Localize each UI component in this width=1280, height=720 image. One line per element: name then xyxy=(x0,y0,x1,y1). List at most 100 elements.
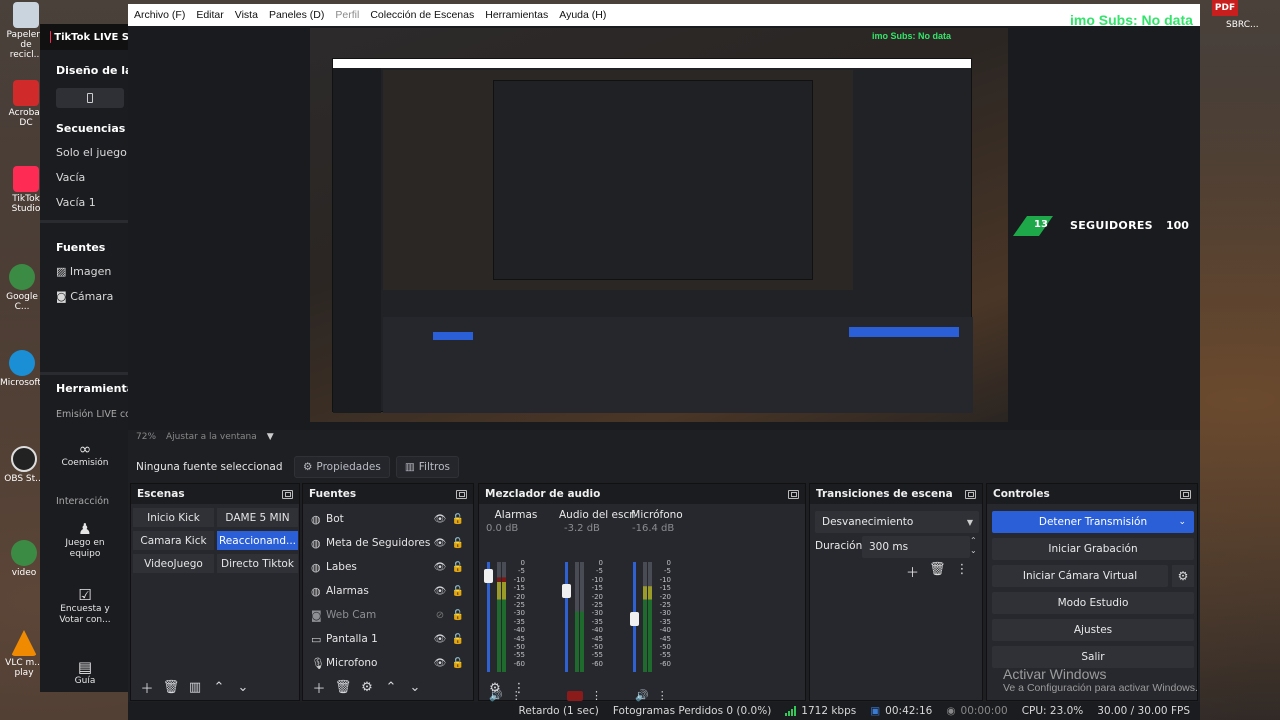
source-item-hidden[interactable]: ◙ Web Cam ⊘ 🔓 xyxy=(303,603,473,627)
source-item[interactable]: ◍ Bot 👁 🔓 xyxy=(303,507,473,531)
scene-item[interactable]: Directo Tiktok xyxy=(217,554,298,573)
more-icon[interactable]: ⋮ xyxy=(509,679,529,697)
volume-fader-handle[interactable] xyxy=(562,584,571,598)
lock-icon[interactable]: 🔓 xyxy=(449,634,467,645)
eye-icon[interactable]: 👁 xyxy=(431,538,449,549)
tiktok-source-image[interactable]: ▨ Imagen xyxy=(56,265,111,278)
tiktok-sources-heading: Fuentes xyxy=(56,241,106,254)
gear-icon[interactable]: ⚙ xyxy=(485,679,505,697)
desktop-icon-chrome[interactable]: Google C... xyxy=(0,264,44,312)
source-item[interactable]: ◍ Alarmas 👁 🔓 xyxy=(303,579,473,603)
tiktok-sequence-item[interactable]: Solo el juego xyxy=(56,146,127,159)
start-virtual-camera-button[interactable]: Iniciar Cámara Virtual xyxy=(992,565,1168,587)
tiktok-tool-poll[interactable]: ☑ Encuesta y Votar con... xyxy=(50,588,120,626)
source-item[interactable]: ◍ Labes 👁 🔓 xyxy=(303,555,473,579)
menu-scene-collection[interactable]: Colección de Escenas xyxy=(370,9,474,21)
filter-icon[interactable]: ▥ xyxy=(185,678,205,696)
tiktok-sequence-item[interactable]: Vacía xyxy=(56,171,85,184)
eye-slash-icon[interactable]: ⊘ xyxy=(431,610,449,621)
status-rec-time: 00:00:00 xyxy=(960,705,1008,717)
nested-docks xyxy=(383,317,973,413)
chevron-down-icon[interactable]: ⌄ xyxy=(1178,517,1186,527)
menu-profile[interactable]: Perfil xyxy=(335,9,359,21)
virtual-camera-settings-gear-icon[interactable]: ⚙ xyxy=(1172,565,1194,587)
menu-tools[interactable]: Herramientas xyxy=(485,9,548,21)
lock-icon[interactable]: 🔓 xyxy=(449,562,467,573)
follower-goal: 100 xyxy=(1166,219,1189,232)
menu-help[interactable]: Ayuda (H) xyxy=(559,9,606,21)
fit-to-window[interactable]: Ajustar a la ventana xyxy=(166,432,257,442)
trash-icon[interactable]: 🗑 xyxy=(161,678,181,696)
filter-icon: ▥ xyxy=(404,461,415,473)
add-icon[interactable]: ＋ xyxy=(906,562,919,581)
undock-icon[interactable] xyxy=(456,489,467,499)
start-recording-button[interactable]: Iniciar Grabación xyxy=(992,538,1194,560)
tiktok-interaction-heading: Interacción xyxy=(56,496,110,507)
lock-icon[interactable]: 🔓 xyxy=(449,538,467,549)
chevron-down-icon[interactable]: ▼ xyxy=(267,432,274,442)
eye-icon[interactable]: 👁 xyxy=(431,658,449,669)
duration-value: 300 ms xyxy=(869,541,909,553)
undock-icon[interactable] xyxy=(965,489,976,499)
scene-item[interactable]: Inicio Kick xyxy=(133,508,214,527)
monitor-icon: ▭ xyxy=(311,632,322,646)
eye-icon[interactable]: 👁 xyxy=(431,514,449,525)
undock-icon[interactable] xyxy=(788,489,799,499)
tiktok-sequence-item[interactable]: Vacía 1 xyxy=(56,196,96,209)
meter-tick-label: -60 xyxy=(659,659,671,668)
chevron-down-icon[interactable]: ⌄ xyxy=(405,678,425,696)
layout-portrait-button[interactable] xyxy=(56,88,124,108)
lock-icon[interactable]: 🔓 xyxy=(449,514,467,525)
menu-file[interactable]: Archivo (F) xyxy=(134,9,185,21)
tiktok-tool-guide[interactable]: ▤ Guía xyxy=(50,660,120,687)
gear-icon[interactable]: ⚙ xyxy=(357,678,377,696)
studio-mode-button[interactable]: Modo Estudio xyxy=(992,592,1194,614)
chevron-down-icon[interactable]: ⌄ xyxy=(233,678,253,696)
scene-item-active[interactable]: Reaccionand... xyxy=(217,531,298,550)
camera-icon: ◙ xyxy=(56,290,67,303)
pdf-icon[interactable]: PDF xyxy=(1212,0,1238,16)
source-item[interactable]: ▭ Pantalla 1 👁 🔓 xyxy=(303,627,473,651)
tiktok-source-camera[interactable]: ◙ Cámara xyxy=(56,290,113,303)
volume-fader-track[interactable] xyxy=(565,562,568,672)
stop-stream-button[interactable]: Detener Transmisión ⌄ xyxy=(992,511,1194,533)
chevron-up-icon[interactable]: ⌃ xyxy=(381,678,401,696)
lock-icon[interactable]: 🔓 xyxy=(449,658,467,669)
scene-item[interactable]: VideoJuego xyxy=(133,554,214,573)
menu-edit[interactable]: Editar xyxy=(196,9,223,21)
tiktok-tool-team-game[interactable]: ♟ Juego en equipo xyxy=(50,522,120,560)
exit-button[interactable]: Salir xyxy=(992,646,1194,668)
source-list: ◍ Bot 👁 🔓 ◍ Meta de Seguidores 👁 🔓 ◍ Labes 👁 🔓… xyxy=(303,504,473,675)
filters-button[interactable]: ▥ Filtros xyxy=(395,456,459,478)
tiktok-tool-cohost[interactable]: ∞ Coemisión xyxy=(50,442,120,469)
menu-docks[interactable]: Paneles (D) xyxy=(269,9,324,21)
more-icon[interactable]: ⋮ xyxy=(956,562,969,581)
add-icon[interactable]: ＋ xyxy=(309,678,329,697)
duration-field[interactable]: 300 ms xyxy=(862,536,970,558)
trash-icon[interactable]: 🗑 xyxy=(333,678,353,696)
eye-icon[interactable]: 👁 xyxy=(431,634,449,645)
transition-select[interactable]: Desvanecimiento ▼ xyxy=(815,511,979,533)
menu-view[interactable]: Vista xyxy=(235,9,258,21)
scene-item[interactable]: DAME 5 MIN xyxy=(217,508,298,527)
volume-fader-handle[interactable] xyxy=(484,569,493,583)
settings-button[interactable]: Ajustes xyxy=(992,619,1194,641)
desktop-icon-edge[interactable]: Microsoft... xyxy=(0,350,50,388)
lock-icon[interactable]: 🔓 xyxy=(449,586,467,597)
trash-icon[interactable]: 🗑 xyxy=(929,562,946,581)
properties-button[interactable]: ⚙ Propiedades xyxy=(294,456,390,478)
lock-icon[interactable]: 🔓 xyxy=(449,610,467,621)
volume-fader-handle[interactable] xyxy=(630,612,639,626)
meter-tick-label: -10 xyxy=(513,575,525,584)
undock-icon[interactable] xyxy=(282,489,293,499)
add-icon[interactable]: ＋ xyxy=(137,678,157,697)
chevron-up-icon[interactable]: ⌃ xyxy=(209,678,229,696)
eye-icon[interactable]: 👁 xyxy=(431,562,449,573)
source-item[interactable]: 🎙 Microfono 👁 🔓 xyxy=(303,651,473,675)
preview-canvas[interactable]: imo Subs: No data xyxy=(310,28,1008,422)
duration-stepper[interactable]: ⌃ ⌄ xyxy=(970,536,977,556)
undock-icon[interactable] xyxy=(1180,489,1191,499)
scene-item[interactable]: Camara Kick xyxy=(133,531,214,550)
source-item[interactable]: ◍ Meta de Seguidores 👁 🔓 xyxy=(303,531,473,555)
eye-icon[interactable]: 👁 xyxy=(431,586,449,597)
